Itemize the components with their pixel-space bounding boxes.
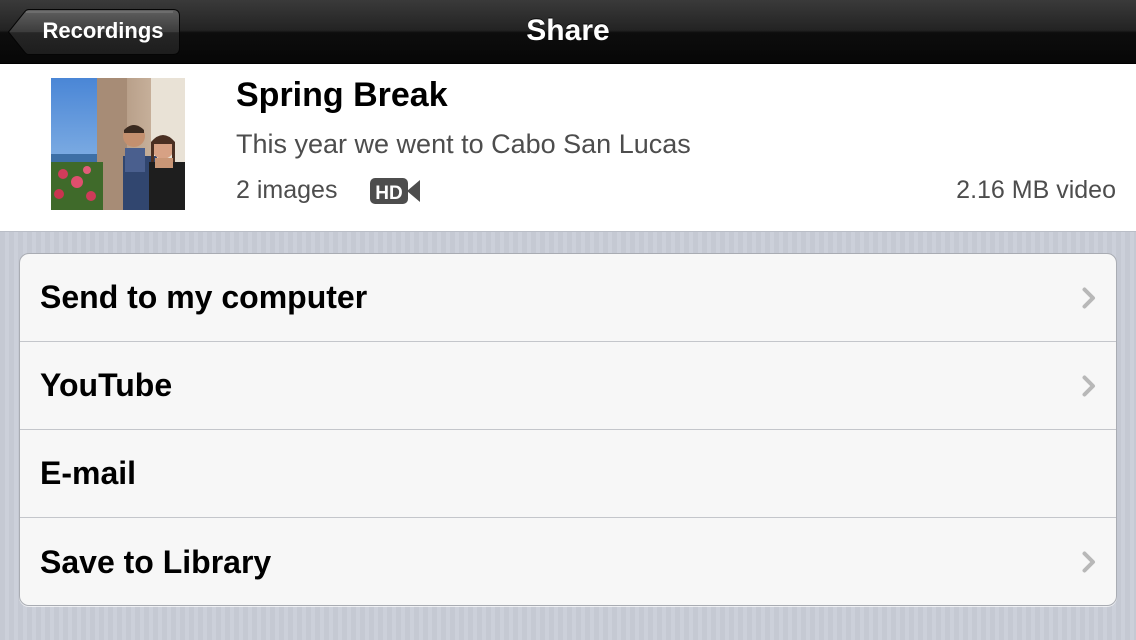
chevron-right-icon bbox=[1082, 551, 1095, 573]
video-size: 2.16 MB video bbox=[956, 176, 1116, 204]
row-label: Save to Library bbox=[40, 543, 272, 580]
row-label: YouTube bbox=[40, 367, 173, 403]
image-count: 2 images bbox=[236, 176, 338, 204]
share-row-youtube[interactable]: YouTube bbox=[20, 342, 1116, 430]
hd-badge-label: HD bbox=[375, 183, 402, 204]
recording-thumbnail[interactable] bbox=[51, 78, 185, 210]
thumbnail-photo-image bbox=[51, 78, 185, 210]
back-button-label: Recordings bbox=[42, 18, 163, 43]
hd-video-icon: HD bbox=[370, 178, 420, 204]
recording-description: This year we went to Cabo San Lucas bbox=[236, 129, 691, 159]
navigation-bar: Recordings Share bbox=[0, 0, 1136, 64]
recording-title: Spring Break bbox=[236, 76, 448, 114]
share-row-send-to-computer[interactable]: Send to my computer bbox=[20, 254, 1116, 342]
chevron-right-icon bbox=[1082, 375, 1095, 397]
chevron-right-icon bbox=[1082, 287, 1095, 309]
back-button[interactable]: Recordings bbox=[8, 9, 180, 55]
row-label: E-mail bbox=[40, 455, 137, 491]
share-row-email[interactable]: E-mail bbox=[20, 430, 1116, 518]
share-options-list: Send to my computer YouTube E-mail Save … bbox=[19, 253, 1117, 606]
row-label: Send to my computer bbox=[40, 279, 368, 315]
recording-header: Spring Break This year we went to Cabo S… bbox=[0, 64, 1136, 232]
share-row-save-to-library[interactable]: Save to Library bbox=[20, 518, 1116, 605]
